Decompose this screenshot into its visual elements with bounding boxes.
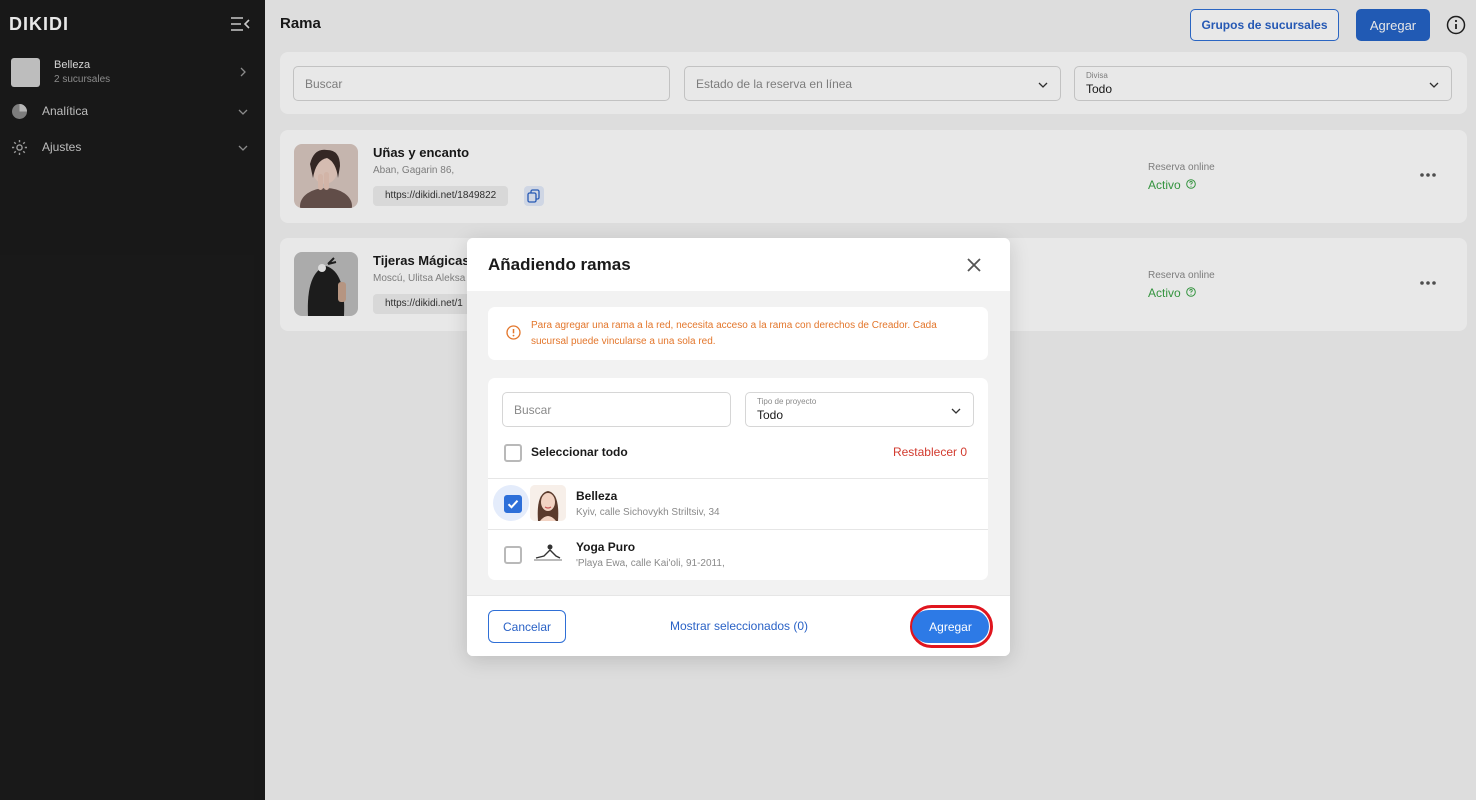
cancel-button[interactable]: Cancelar [488, 610, 566, 643]
add-button[interactable]: Agregar [912, 610, 989, 643]
warning-icon [506, 325, 521, 340]
item-name: Yoga Puro [576, 540, 636, 554]
divider [488, 529, 988, 530]
branch-selection-list: Buscar Tipo de proyecto Todo Seleccionar… [488, 378, 988, 580]
warning-text: Para agregar una rama a la red, necesita… [531, 320, 937, 347]
close-icon[interactable] [965, 256, 983, 274]
permission-warning: Para agregar una rama a la red, necesita… [488, 307, 988, 360]
item-checkbox[interactable] [504, 495, 522, 513]
dialog-header: Añadiendo ramas [467, 238, 1010, 291]
divider [488, 478, 988, 479]
item-address: Kyiv, calle Sichovykh Striltsiv, 34 [576, 507, 720, 518]
dialog-footer: Cancelar Mostrar seleccionados (0) Agreg… [467, 595, 1010, 656]
project-type-value: Todo [757, 408, 784, 422]
item-checkbox[interactable] [504, 546, 522, 564]
chevron-down-icon [951, 408, 961, 414]
search-placeholder: Buscar [514, 403, 552, 417]
project-type-select[interactable]: Tipo de proyecto Todo [745, 392, 974, 427]
add-branches-dialog: Añadiendo ramas Para agregar una rama a … [467, 238, 1010, 656]
select-all-label: Seleccionar todo [531, 445, 628, 459]
search-input[interactable]: Buscar [502, 392, 731, 427]
reset-button[interactable]: Restablecer 0 [893, 445, 967, 459]
show-selected-link[interactable]: Mostrar seleccionados (0) [670, 619, 808, 633]
checkmark-icon [507, 500, 519, 509]
item-address: 'Playa Ewa, calle Kai'oli, 91-2011, [576, 558, 725, 569]
dialog-title: Añadiendo ramas [488, 255, 631, 274]
select-all-checkbox[interactable] [504, 444, 522, 462]
project-type-label: Tipo de proyecto [757, 397, 817, 406]
branch-thumbnail [530, 485, 566, 521]
branch-thumbnail [530, 536, 566, 572]
item-name: Belleza [576, 489, 618, 503]
